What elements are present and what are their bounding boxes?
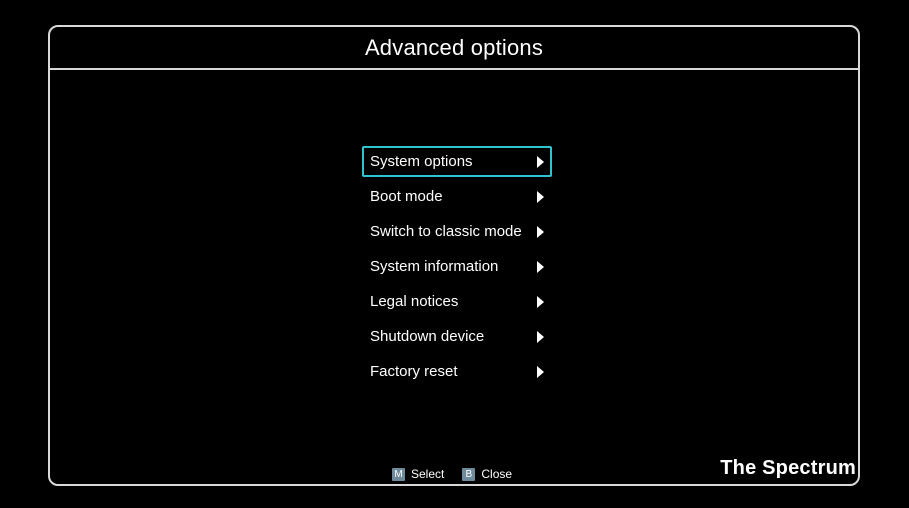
b-key-icon: B xyxy=(462,467,476,481)
m-key-icon: M xyxy=(392,467,405,481)
dialog-frame: Advanced options System options Boot mod… xyxy=(48,25,860,486)
menu-item-label: Legal notices xyxy=(370,293,459,310)
menu-item-boot-mode[interactable]: Boot mode xyxy=(362,181,552,212)
options-menu: System options Boot mode Switch to class… xyxy=(362,146,552,391)
footer-hints: M Select B Close xyxy=(392,467,530,481)
menu-item-system-options[interactable]: System options xyxy=(362,146,552,177)
close-hint-label: Close xyxy=(481,467,513,481)
brand-logo: The Spectrum xyxy=(720,457,856,479)
chevron-right-icon xyxy=(537,225,544,238)
menu-item-legal-notices[interactable]: Legal notices xyxy=(362,286,552,317)
chevron-right-icon xyxy=(537,295,544,308)
chevron-right-icon xyxy=(537,155,544,168)
menu-item-label: System information xyxy=(370,258,499,275)
title-bar: Advanced options xyxy=(50,27,858,70)
menu-item-factory-reset[interactable]: Factory reset xyxy=(362,356,552,387)
select-hint[interactable]: M Select xyxy=(392,467,444,481)
menu-item-label: Shutdown device xyxy=(370,328,485,345)
chevron-right-icon xyxy=(537,260,544,273)
menu-item-label: Factory reset xyxy=(370,363,458,380)
chevron-right-icon xyxy=(537,330,544,343)
select-hint-label: Select xyxy=(411,467,445,481)
menu-item-label: Boot mode xyxy=(370,188,443,205)
menu-item-system-information[interactable]: System information xyxy=(362,251,552,282)
menu-item-switch-to-classic-mode[interactable]: Switch to classic mode xyxy=(362,216,552,247)
chevron-right-icon xyxy=(537,365,544,378)
menu-item-shutdown-device[interactable]: Shutdown device xyxy=(362,321,552,352)
menu-item-label: System options xyxy=(370,153,473,170)
close-hint[interactable]: B Close xyxy=(462,467,512,481)
chevron-right-icon xyxy=(537,190,544,203)
menu-item-label: Switch to classic mode xyxy=(370,223,522,240)
page-title: Advanced options xyxy=(364,34,544,60)
screen: Advanced options System options Boot mod… xyxy=(0,0,909,508)
